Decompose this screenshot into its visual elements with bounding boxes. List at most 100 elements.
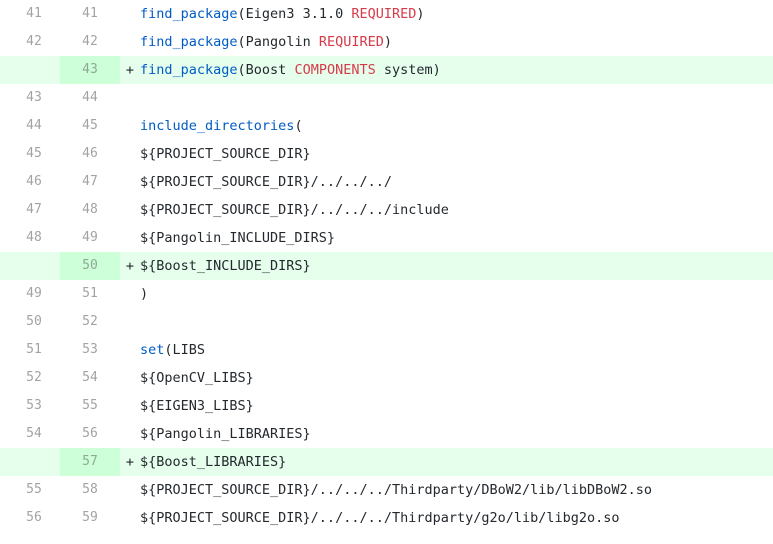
- old-line-number[interactable]: 55: [0, 476, 60, 504]
- old-line-number[interactable]: 53: [0, 392, 60, 420]
- new-line-number[interactable]: 46: [60, 140, 120, 168]
- new-line-number[interactable]: 51: [60, 280, 120, 308]
- old-line-number[interactable]: 54: [0, 420, 60, 448]
- diff-line-added: 57 + ${Boost_LIBRARIES}: [0, 448, 773, 476]
- diff-marker: [120, 140, 140, 168]
- new-line-number[interactable]: 59: [60, 504, 120, 532]
- diff-marker: [120, 224, 140, 252]
- old-line-number[interactable]: 49: [0, 280, 60, 308]
- diff-line-context: 46 47 ${PROJECT_SOURCE_DIR}/../../../: [0, 168, 773, 196]
- code-line: ${EIGEN3_LIBS}: [140, 392, 773, 420]
- old-line-number[interactable]: 56: [0, 504, 60, 532]
- code-line: ): [140, 280, 773, 308]
- diff-line-context: 43 44: [0, 84, 773, 112]
- keyword-token: COMPONENTS: [294, 62, 376, 78]
- diff-line-context: 54 56 ${Pangolin_LIBRARIES}: [0, 420, 773, 448]
- old-line-number[interactable]: 52: [0, 364, 60, 392]
- new-line-number[interactable]: 58: [60, 476, 120, 504]
- code-token: (Eigen3 3.1.0: [237, 6, 352, 22]
- new-line-number[interactable]: 57: [60, 448, 120, 476]
- code-line: ${PROJECT_SOURCE_DIR}/../../../include: [140, 196, 773, 224]
- old-line-number[interactable]: 41: [0, 0, 60, 28]
- diff-line-context: 53 55 ${EIGEN3_LIBS}: [0, 392, 773, 420]
- diff-marker: [120, 504, 140, 532]
- old-line-number[interactable]: 46: [0, 168, 60, 196]
- diff-marker: [120, 196, 140, 224]
- code-token: ${Pangolin_LIBRARIES}: [140, 426, 311, 442]
- code-token: ${PROJECT_SOURCE_DIR}/../../../Thirdpart…: [140, 482, 653, 498]
- diff-marker: [120, 476, 140, 504]
- code-token: ${Boost_INCLUDE_DIRS}: [140, 258, 311, 274]
- code-line: find_package(Pangolin REQUIRED): [140, 28, 773, 56]
- diff-line-context: 56 59 ${PROJECT_SOURCE_DIR}/../../../Third…: [0, 504, 773, 532]
- old-line-number[interactable]: [0, 252, 60, 280]
- code-line: find_package(Boost COMPONENTS system): [140, 56, 773, 84]
- old-line-number[interactable]: 42: [0, 28, 60, 56]
- new-line-number[interactable]: 48: [60, 196, 120, 224]
- code-line: ${PROJECT_SOURCE_DIR}: [140, 140, 773, 168]
- code-line: ${Pangolin_INCLUDE_DIRS}: [140, 224, 773, 252]
- new-line-number[interactable]: 49: [60, 224, 120, 252]
- diff-marker: [120, 280, 140, 308]
- keyword-token: REQUIRED: [318, 34, 384, 50]
- code-token: ${PROJECT_SOURCE_DIR}/../../../Thirdpart…: [140, 510, 620, 526]
- diff-marker: [120, 364, 140, 392]
- old-line-number[interactable]: 50: [0, 308, 60, 336]
- diff-line-context: 44 45 include_directories(: [0, 112, 773, 140]
- keyword-token: REQUIRED: [351, 6, 417, 22]
- diff-marker: [120, 392, 140, 420]
- new-line-number[interactable]: 52: [60, 308, 120, 336]
- new-line-number[interactable]: 43: [60, 56, 120, 84]
- code-token: ${EIGEN3_LIBS}: [140, 398, 254, 414]
- old-line-number[interactable]: 43: [0, 84, 60, 112]
- diff-line-context: 52 54 ${OpenCV_LIBS}: [0, 364, 773, 392]
- code-line: ${PROJECT_SOURCE_DIR}/../../../Thirdpart…: [140, 476, 773, 504]
- diff-line-context: 47 48 ${PROJECT_SOURCE_DIR}/../../../inclu…: [0, 196, 773, 224]
- diff-marker: [120, 168, 140, 196]
- code-line: ${PROJECT_SOURCE_DIR}/../../../: [140, 168, 773, 196]
- diff-line-context: 41 41 find_package(Eigen3 3.1.0 REQUIRED): [0, 0, 773, 28]
- code-token: ${OpenCV_LIBS}: [140, 370, 254, 386]
- old-line-number[interactable]: 44: [0, 112, 60, 140]
- code-token: (: [294, 118, 303, 134]
- code-line: ${OpenCV_LIBS}: [140, 364, 773, 392]
- function-token: set: [140, 342, 165, 358]
- diff-marker: +: [125, 62, 135, 78]
- code-line: ${Boost_INCLUDE_DIRS}: [140, 252, 773, 280]
- diff-line-context: 48 49 ${Pangolin_INCLUDE_DIRS}: [0, 224, 773, 252]
- diff-line-context: 49 51): [0, 280, 773, 308]
- code-token: (Boost: [237, 62, 295, 78]
- old-line-number[interactable]: [0, 56, 60, 84]
- new-line-number[interactable]: 54: [60, 364, 120, 392]
- diff-marker: +: [125, 258, 135, 274]
- new-line-number[interactable]: 50: [60, 252, 120, 280]
- new-line-number[interactable]: 45: [60, 112, 120, 140]
- old-line-number[interactable]: 48: [0, 224, 60, 252]
- new-line-number[interactable]: 41: [60, 0, 120, 28]
- diff-marker: [120, 420, 140, 448]
- old-line-number[interactable]: 51: [0, 336, 60, 364]
- diff-marker: +: [125, 454, 135, 470]
- new-line-number[interactable]: 44: [60, 84, 120, 112]
- code-token: ${Boost_LIBRARIES}: [140, 454, 287, 470]
- old-line-number[interactable]: [0, 448, 60, 476]
- new-line-number[interactable]: 42: [60, 28, 120, 56]
- new-line-number[interactable]: 56: [60, 420, 120, 448]
- new-line-number[interactable]: 55: [60, 392, 120, 420]
- code-line: ${Boost_LIBRARIES}: [140, 448, 773, 476]
- new-line-number[interactable]: 47: [60, 168, 120, 196]
- function-token: include_directories: [140, 118, 295, 134]
- function-token: find_package: [140, 6, 238, 22]
- new-line-number[interactable]: 53: [60, 336, 120, 364]
- old-line-number[interactable]: 47: [0, 196, 60, 224]
- diff-line-context: 55 58 ${PROJECT_SOURCE_DIR}/../../../Third…: [0, 476, 773, 504]
- diff-line-added: 50 + ${Boost_INCLUDE_DIRS}: [0, 252, 773, 280]
- diff-view: 41 41 find_package(Eigen3 3.1.0 REQUIRED) 4…: [0, 0, 773, 532]
- code-token: ${PROJECT_SOURCE_DIR}: [140, 146, 311, 162]
- diff-marker: [120, 28, 140, 56]
- code-token: ${PROJECT_SOURCE_DIR}/../../../include: [140, 202, 449, 218]
- old-line-number[interactable]: 45: [0, 140, 60, 168]
- code-token: system): [375, 62, 441, 78]
